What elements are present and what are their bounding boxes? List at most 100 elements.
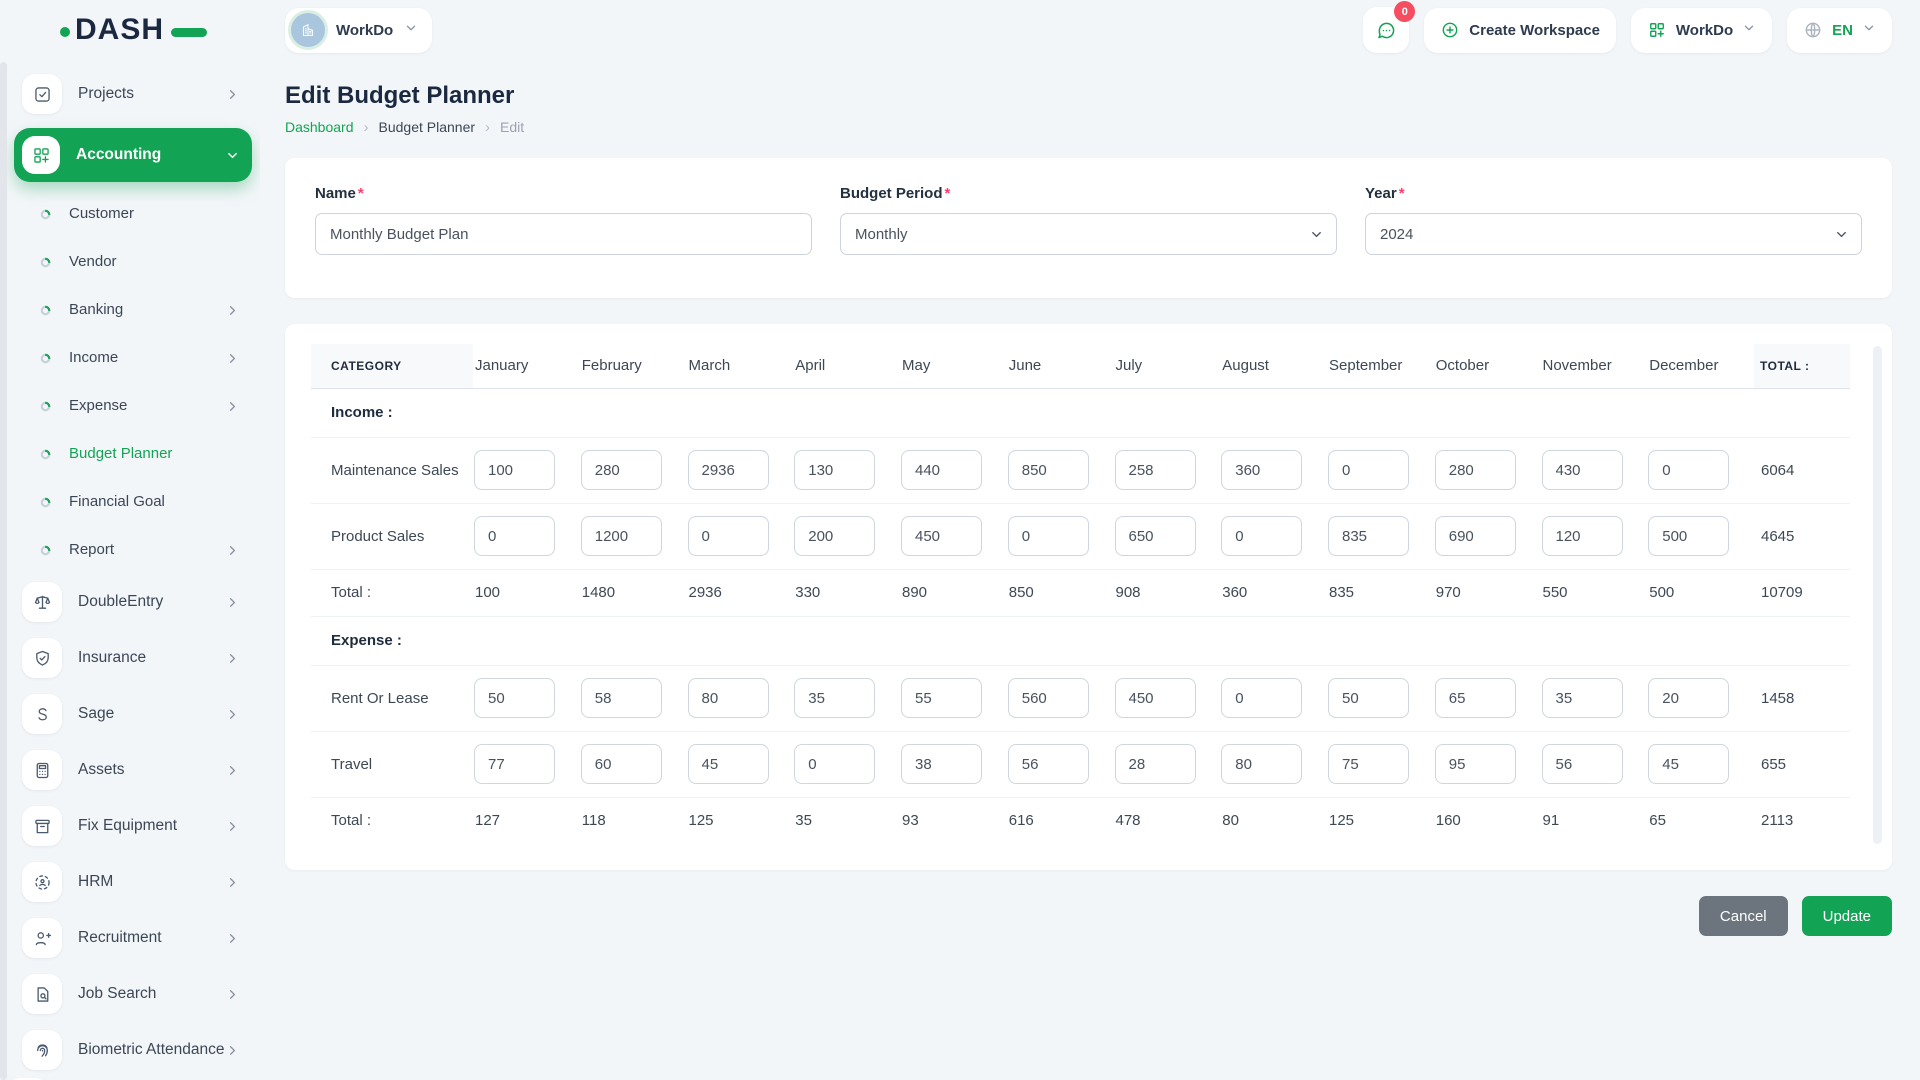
sidebar-item-income[interactable]: Income [14, 334, 252, 382]
workspace-selector[interactable]: WorkDo [285, 7, 433, 53]
budget-input-rent-or-lease-january[interactable] [474, 678, 555, 718]
budget-input-maintenance-sales-september[interactable] [1328, 450, 1409, 490]
budget-input-product-sales-april[interactable] [794, 516, 876, 556]
budget-input-rent-or-lease-july[interactable] [1114, 678, 1196, 718]
section-row-income-: Income : [311, 388, 1850, 438]
column-total: 478 [1115, 812, 1141, 830]
budget-input-travel-june[interactable] [1007, 744, 1089, 784]
sidebar-scrollbar[interactable] [0, 62, 7, 1080]
sidebar-item-customer[interactable]: Customer [14, 190, 252, 238]
sidebar-item-sage[interactable]: Sage [14, 686, 252, 742]
budget-input-rent-or-lease-august[interactable] [1221, 678, 1303, 718]
column-total: 835 [1327, 569, 1434, 617]
budget-input-maintenance-sales-august[interactable] [1221, 450, 1303, 490]
budget-period-select[interactable]: Monthly [840, 213, 1337, 255]
column-total: 91 [1542, 812, 1560, 830]
sidebar-item-biometric-attendance[interactable]: Biometric Attendance [14, 1022, 252, 1078]
sidebar-item-accounting[interactable]: Accounting [14, 128, 252, 182]
sidebar-item-financial-goal[interactable]: Financial Goal [14, 478, 252, 526]
budget-input-product-sales-june[interactable] [1007, 516, 1089, 556]
budget-input-travel-august[interactable] [1221, 744, 1303, 784]
sidebar-item-projects[interactable]: Projects [14, 66, 252, 122]
budget-input-product-sales-november[interactable] [1541, 516, 1623, 556]
budget-input-travel-january[interactable] [474, 744, 555, 784]
budget-input-rent-or-lease-september[interactable] [1328, 678, 1409, 718]
total-label: Total : [311, 569, 473, 617]
budget-input-maintenance-sales-october[interactable] [1434, 450, 1516, 490]
column-total: 1480 [579, 569, 687, 617]
budget-input-travel-april[interactable] [794, 744, 876, 784]
budget-input-rent-or-lease-june[interactable] [1007, 678, 1089, 718]
budget-input-travel-july[interactable] [1114, 744, 1196, 784]
budget-input-rent-or-lease-october[interactable] [1434, 678, 1516, 718]
breadcrumb-budget-planner[interactable]: Budget Planner [379, 119, 476, 135]
table-scrollbar[interactable] [1873, 346, 1882, 844]
budget-input-travel-february[interactable] [580, 744, 662, 784]
sidebar-item-banking[interactable]: Banking [14, 286, 252, 334]
bullet-ring-icon [40, 497, 51, 508]
budget-input-maintenance-sales-january[interactable] [474, 450, 555, 490]
budget-input-rent-or-lease-march[interactable] [687, 678, 769, 718]
sidebar-item-vendor[interactable]: Vendor [14, 238, 252, 286]
budget-input-maintenance-sales-june[interactable] [1007, 450, 1089, 490]
budget-input-maintenance-sales-november[interactable] [1541, 450, 1623, 490]
update-button[interactable]: Update [1801, 896, 1892, 936]
sidebar-item-fix-equipment[interactable]: Fix Equipment [14, 798, 252, 854]
budget-input-maintenance-sales-may[interactable] [901, 450, 982, 490]
budget-input-rent-or-lease-november[interactable] [1541, 678, 1623, 718]
building-icon [302, 23, 314, 36]
budget-input-maintenance-sales-july[interactable] [1114, 450, 1196, 490]
breadcrumb-dashboard-link[interactable]: Dashboard [285, 119, 354, 135]
archive-icon [22, 806, 62, 846]
sidebar-item-recruitment[interactable]: Recruitment [14, 910, 252, 966]
sidebar-item-expense[interactable]: Expense [14, 382, 252, 430]
row-total: 1458 [1754, 665, 1850, 732]
app-logo[interactable]: DASH [60, 13, 208, 47]
budget-input-rent-or-lease-may[interactable] [901, 678, 982, 718]
name-input[interactable] [315, 213, 812, 255]
budget-form-card: Name* Budget Period* Monthly Year* [285, 158, 1892, 298]
budget-input-travel-september[interactable] [1328, 744, 1409, 784]
budget-input-product-sales-december[interactable] [1648, 516, 1730, 556]
budget-input-travel-march[interactable] [687, 744, 769, 784]
budget-input-product-sales-march[interactable] [687, 516, 769, 556]
budget-input-travel-december[interactable] [1648, 744, 1730, 784]
budget-input-product-sales-september[interactable] [1328, 516, 1409, 556]
year-select[interactable]: 2024 [1365, 213, 1862, 255]
fingerprint-icon [22, 1030, 62, 1070]
budget-input-maintenance-sales-april[interactable] [794, 450, 876, 490]
column-header-july: July [1113, 344, 1221, 389]
sidebar-item-job-search[interactable]: Job Search [14, 966, 252, 1022]
budget-input-travel-october[interactable] [1434, 744, 1516, 784]
budget-input-maintenance-sales-december[interactable] [1648, 450, 1730, 490]
budget-input-rent-or-lease-april[interactable] [794, 678, 876, 718]
budget-input-travel-november[interactable] [1541, 744, 1623, 784]
budget-input-maintenance-sales-march[interactable] [687, 450, 769, 490]
budget-input-product-sales-july[interactable] [1114, 516, 1196, 556]
cancel-button[interactable]: Cancel [1698, 896, 1788, 936]
budget-input-rent-or-lease-december[interactable] [1648, 678, 1730, 718]
create-workspace-button[interactable]: Create Workspace [1424, 7, 1616, 53]
document-search-icon [22, 974, 62, 1014]
shield-check-icon [22, 638, 62, 678]
workdo-menu-button[interactable]: WorkDo [1630, 7, 1773, 53]
budget-input-product-sales-october[interactable] [1434, 516, 1516, 556]
sidebar-item-report[interactable]: Report [14, 526, 252, 574]
budget-input-travel-may[interactable] [901, 744, 982, 784]
budget-input-rent-or-lease-february[interactable] [580, 678, 662, 718]
budget-input-product-sales-august[interactable] [1221, 516, 1303, 556]
sidebar-item-doubleentry[interactable]: DoubleEntry [14, 574, 252, 630]
budget-input-maintenance-sales-february[interactable] [580, 450, 662, 490]
plus-circle-icon [1442, 22, 1458, 38]
budget-input-product-sales-may[interactable] [901, 516, 982, 556]
column-total: 890 [900, 569, 1007, 617]
language-selector[interactable]: EN [1787, 7, 1892, 53]
budget-input-product-sales-january[interactable] [474, 516, 555, 556]
sidebar-item-insurance[interactable]: Insurance [14, 630, 252, 686]
main-column: WorkDo 0 Create Workspace WorkDo EN Edit… [260, 0, 1920, 1080]
budget-input-product-sales-february[interactable] [580, 516, 662, 556]
sidebar-item-budget-planner[interactable]: Budget Planner [14, 430, 252, 478]
messages-button[interactable]: 0 [1363, 1, 1416, 53]
sidebar-item-assets[interactable]: Assets [14, 742, 252, 798]
sidebar-item-hrm[interactable]: HRM [14, 854, 252, 910]
